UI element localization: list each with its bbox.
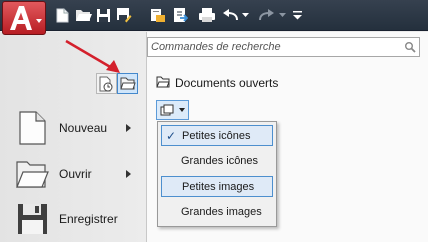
save-as-icon[interactable] [115,6,132,24]
menu-item-small-icons[interactable]: ✓ Petites icônes [161,125,273,146]
menu-item-label: Enregistrer [59,212,118,226]
open-documents-folder-icon [156,76,170,91]
menu-item-large-images[interactable]: Grandes images [161,202,273,223]
annotation-arrow-icon [65,39,120,73]
menu-item-label: Nouveau [59,121,108,135]
plot-icon[interactable] [197,6,216,24]
recent-documents-icon [99,76,113,91]
recent-documents-button[interactable] [96,73,117,94]
floppy-disk-icon [18,204,47,234]
undo-dropdown-icon[interactable] [241,6,249,24]
new-icon[interactable] [54,6,70,24]
display-style-menu: ✓ Petites icônes Grandes icônes Petites … [157,121,277,227]
checkmark-icon: ✓ [166,129,177,143]
menu-item-save[interactable]: Enregistrer [15,200,118,238]
publish-icon[interactable] [171,6,188,24]
save-icon[interactable] [95,6,112,24]
menu-item-label: Petites images [182,181,255,193]
command-search-box [147,37,420,57]
display-style-dropdown-button[interactable] [156,100,189,120]
autocad-logo-icon [7,4,35,35]
section-title: Documents ouverts [175,76,279,90]
chevron-down-icon [179,108,185,112]
customize-qat-icon[interactable] [292,6,302,24]
new-document-icon [19,111,46,145]
application-menu-button[interactable] [2,1,46,35]
quick-access-toolbar [0,0,428,31]
folder-icon [16,161,49,188]
chevron-down-icon [36,19,42,23]
menu-item-open[interactable]: Ouvrir [15,156,131,192]
menu-item-label: Petites icônes [182,130,251,142]
redo-dropdown-icon[interactable] [278,6,286,24]
submenu-arrow-icon [126,124,131,132]
submenu-arrow-icon [126,170,131,178]
menu-item-small-images[interactable]: Petites images [161,176,273,197]
redo-icon[interactable] [258,6,275,24]
menu-item-label: Grandes images [181,206,262,218]
menu-item-large-icons[interactable]: Grandes icônes [161,151,273,172]
open-documents-button[interactable] [117,73,138,94]
undo-icon[interactable] [222,6,239,24]
open-icon[interactable] [74,6,92,24]
search-input[interactable] [151,40,401,54]
menu-item-new[interactable]: Nouveau [15,110,131,146]
menu-item-label: Grandes icônes [181,155,259,167]
open-sheet-set-icon[interactable] [149,6,166,24]
search-icon[interactable] [404,41,416,56]
open-documents-icon [119,77,136,90]
menu-item-label: Ouvrir [59,167,92,181]
small-icons-view-icon [160,104,174,116]
